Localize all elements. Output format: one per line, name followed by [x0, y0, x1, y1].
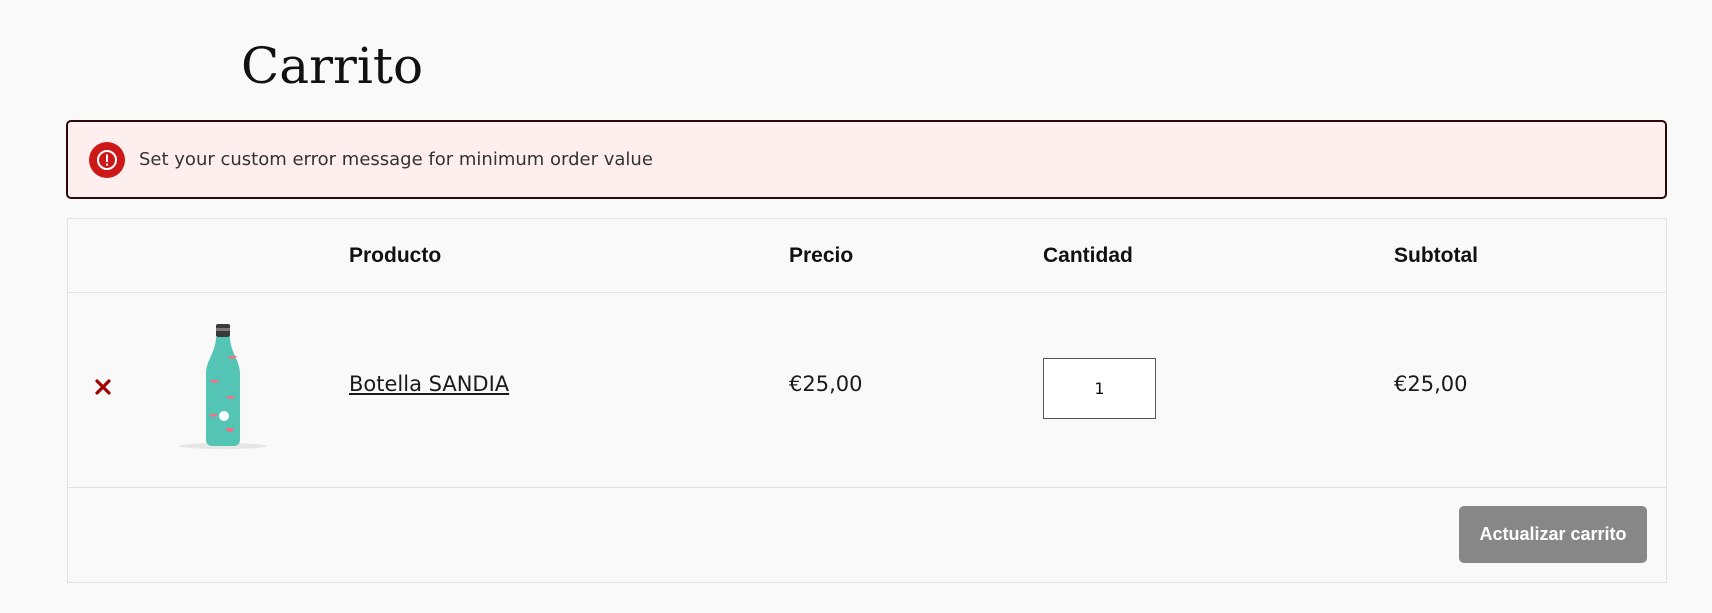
quantity-input[interactable] — [1043, 358, 1156, 419]
update-cart-button[interactable]: Actualizar carrito — [1459, 506, 1647, 563]
column-header-product: Producto — [349, 244, 442, 267]
page-title: Carrito — [241, 37, 424, 95]
column-header-price: Precio — [789, 244, 854, 267]
cart-actions: Actualizar carrito — [68, 488, 1666, 583]
error-notice: Set your custom error message for minimu… — [66, 120, 1667, 199]
column-header-quantity: Cantidad — [1043, 244, 1133, 267]
cart-table-header: Producto Precio Cantidad Subtotal — [68, 219, 1666, 293]
cart-table: Producto Precio Cantidad Subtotal Botell… — [67, 218, 1667, 583]
product-subtotal: €25,00 — [1394, 372, 1468, 396]
cart-item-row: Botella SANDIA €25,00 €25,00 — [68, 292, 1666, 488]
product-name-link[interactable]: Botella SANDIA — [349, 372, 509, 396]
product-thumbnail[interactable] — [168, 322, 278, 452]
product-price: €25,00 — [789, 372, 863, 396]
close-icon[interactable] — [92, 376, 114, 398]
notice-message: Set your custom error message for minimu… — [139, 149, 653, 170]
exclamation-circle-icon — [89, 141, 125, 178]
column-header-subtotal: Subtotal — [1394, 244, 1478, 267]
